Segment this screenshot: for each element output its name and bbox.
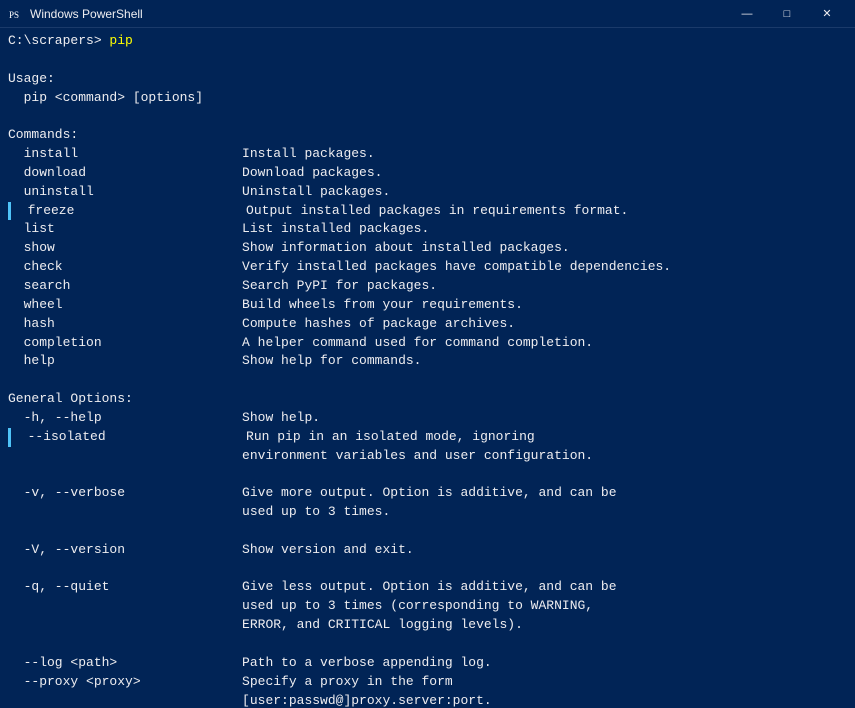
terminal-content: C:\scrapers> pip Usage: pip <command> [o… (0, 28, 855, 708)
powershell-icon: PS (8, 6, 24, 22)
blank-3 (8, 371, 847, 390)
cmd-wheel: wheel Build wheels from your requirement… (8, 296, 847, 315)
opt-isolated-2: environment variables and user configura… (8, 447, 847, 466)
blank-1 (8, 51, 847, 70)
cmd-list: list List installed packages. (8, 220, 847, 239)
opt-verbose-1: -v, --verbose Give more output. Option i… (8, 484, 847, 503)
opt-verbose-2: used up to 3 times. (8, 503, 847, 522)
cmd-show: show Show information about installed pa… (8, 239, 847, 258)
commands-label: Commands: (8, 126, 847, 145)
general-options-label: General Options: (8, 390, 847, 409)
blank-5 (8, 522, 847, 541)
svg-text:PS: PS (9, 10, 19, 20)
blank-4 (8, 465, 847, 484)
cmd-freeze: freeze Output installed packages in requ… (8, 202, 847, 221)
opt-proxy-2: [user:passwd@]proxy.server:port. (8, 692, 847, 708)
cmd-completion: completion A helper command used for com… (8, 334, 847, 353)
opt-log: --log <path> Path to a verbose appending… (8, 654, 847, 673)
prompt-line: C:\scrapers> pip (8, 32, 847, 51)
cmd-download: download Download packages. (8, 164, 847, 183)
blank-2 (8, 107, 847, 126)
opt-quiet-1: -q, --quiet Give less output. Option is … (8, 578, 847, 597)
window: PS Windows PowerShell — □ ✕ C:\scrapers>… (0, 0, 855, 708)
usage-label: Usage: (8, 70, 847, 89)
title-bar: PS Windows PowerShell — □ ✕ (0, 0, 855, 28)
close-button[interactable]: ✕ (807, 0, 847, 28)
title-bar-left: PS Windows PowerShell (8, 6, 143, 22)
cmd-install: install Install packages. (8, 145, 847, 164)
window-title: Windows PowerShell (30, 7, 143, 21)
usage-syntax: pip <command> [options] (8, 89, 847, 108)
minimize-button[interactable]: — (727, 0, 767, 28)
opt-quiet-2: used up to 3 times (corresponding to WAR… (8, 597, 847, 616)
blank-7 (8, 635, 847, 654)
cmd-help: help Show help for commands. (8, 352, 847, 371)
blank-6 (8, 560, 847, 579)
opt-isolated-1: --isolated Run pip in an isolated mode, … (8, 428, 847, 447)
title-bar-controls: — □ ✕ (727, 0, 847, 28)
opt-proxy-1: --proxy <proxy> Specify a proxy in the f… (8, 673, 847, 692)
cmd-search: search Search PyPI for packages. (8, 277, 847, 296)
opt-version: -V, --version Show version and exit. (8, 541, 847, 560)
opt-help: -h, --help Show help. (8, 409, 847, 428)
command-text: pip (109, 33, 132, 48)
cmd-check: check Verify installed packages have com… (8, 258, 847, 277)
maximize-button[interactable]: □ (767, 0, 807, 28)
opt-quiet-3: ERROR, and CRITICAL logging levels). (8, 616, 847, 635)
cmd-hash: hash Compute hashes of package archives. (8, 315, 847, 334)
cmd-uninstall: uninstall Uninstall packages. (8, 183, 847, 202)
